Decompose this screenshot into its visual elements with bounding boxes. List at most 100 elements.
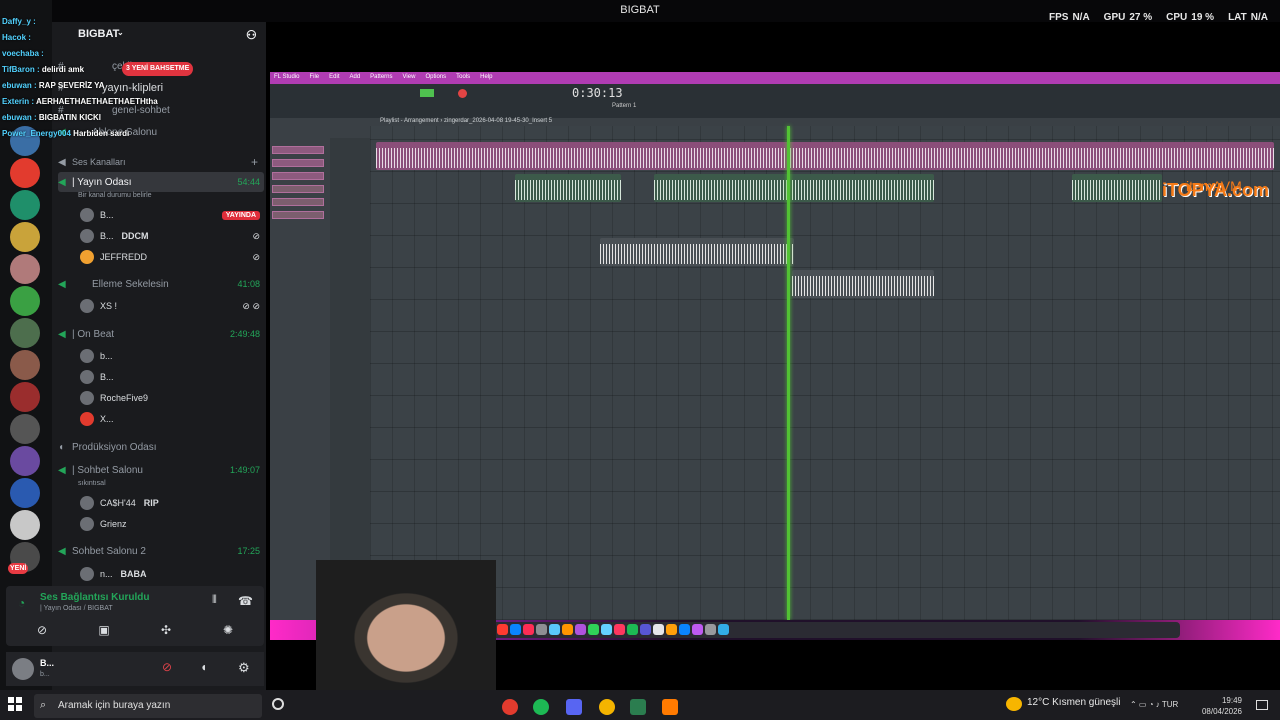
voice-channel-onbeat[interactable]: ◀ | On Beat 2:49:48 — [58, 324, 264, 344]
voice-channel-path[interactable]: | Yayın Odası / BIGBAT — [40, 605, 113, 612]
add-channel-icon[interactable]: + — [251, 155, 258, 169]
menu-item[interactable]: FL Studio — [274, 74, 299, 80]
play-icon[interactable] — [420, 89, 434, 97]
app-icon[interactable] — [497, 624, 508, 635]
voice-member[interactable]: JEFFREDD ⊘ — [80, 248, 260, 266]
pattern-clip[interactable] — [272, 159, 324, 167]
chrome-icon[interactable] — [599, 699, 615, 715]
channel-status[interactable]: Bir kanal durumu belirle — [78, 192, 152, 199]
audio-clip[interactable] — [600, 238, 794, 266]
server-icon[interactable] — [10, 254, 40, 284]
menu-item[interactable]: View — [403, 74, 416, 80]
voice-member[interactable]: B... DDCM ⊘ — [80, 227, 260, 245]
pattern-clip[interactable] — [272, 146, 324, 154]
app-icon[interactable] — [666, 624, 677, 635]
voice-member[interactable]: XS ! ⊘ ⊘ — [80, 297, 260, 315]
task-view-icon[interactable] — [272, 698, 284, 710]
server-icon[interactable] — [10, 446, 40, 476]
app-icon[interactable] — [627, 624, 638, 635]
pattern-selector[interactable]: Pattern 1 — [612, 103, 636, 109]
server-icon[interactable] — [10, 158, 40, 188]
voice-member[interactable]: B... — [80, 368, 260, 386]
server-icon[interactable] — [10, 222, 40, 252]
voice-member[interactable]: X... — [80, 410, 260, 428]
playhead[interactable] — [787, 126, 790, 620]
app-taskbar-icon[interactable] — [630, 699, 646, 715]
pattern-clip[interactable] — [272, 198, 324, 206]
camera-off-button[interactable]: ⊘ — [22, 620, 62, 640]
server-icon[interactable] — [10, 478, 40, 508]
spotify-icon[interactable] — [533, 699, 549, 715]
server-icon[interactable] — [10, 318, 40, 348]
app-icon[interactable] — [679, 624, 690, 635]
disconnect-icon[interactable]: ☎ — [238, 594, 253, 608]
voice-member[interactable]: n... BABA — [80, 565, 260, 583]
menu-item[interactable]: Help — [480, 74, 492, 80]
taskbar-clock[interactable]: 19:49 08/04/2026 — [1200, 695, 1242, 717]
weather-text[interactable]: 12°C Kısmen güneşli — [1027, 697, 1121, 708]
server-icon[interactable] — [10, 382, 40, 412]
app-icon[interactable] — [653, 624, 664, 635]
screen-share-button[interactable]: ▣ — [84, 620, 124, 640]
system-tray[interactable]: ⌃ ▭ ◔ ♪ TUR — [1130, 700, 1178, 709]
channel-status[interactable]: sıkıntısal — [78, 480, 106, 487]
app-icon[interactable] — [523, 624, 534, 635]
add-member-icon[interactable]: ⚇ — [246, 28, 257, 42]
voice-channel-sohbet[interactable]: ◀ | Sohbet Salonu 1:49:07 — [58, 460, 264, 480]
server-icon[interactable] — [10, 350, 40, 380]
app-icon[interactable] — [575, 624, 586, 635]
new-bets-badge[interactable]: 3 YENİ BAHSETME — [122, 62, 194, 76]
voice-member[interactable]: CA$H'44 RIP — [80, 494, 260, 512]
audio-clip[interactable] — [792, 270, 934, 298]
app-icon[interactable] — [718, 624, 729, 635]
app-icon[interactable] — [692, 624, 703, 635]
app-icon[interactable] — [562, 624, 573, 635]
app-taskbar-icon[interactable] — [502, 699, 518, 715]
app-icon[interactable] — [601, 624, 612, 635]
audio-clip[interactable] — [515, 174, 621, 202]
voice-category[interactable]: ◀ Ses Kanalları + — [58, 152, 264, 172]
taskbar-search-input[interactable]: Aramak için buraya yazın — [34, 694, 262, 718]
activities-button[interactable]: ✣ — [146, 620, 186, 640]
discord-icon[interactable] — [566, 699, 582, 715]
app-icon[interactable] — [510, 624, 521, 635]
app-icon[interactable] — [705, 624, 716, 635]
fl-studio-icon[interactable] — [662, 699, 678, 715]
server-icon[interactable] — [10, 190, 40, 220]
app-icon[interactable] — [536, 624, 547, 635]
voice-channel-elleme[interactable]: ◀ Elleme Sekelesin 41:08 — [58, 274, 264, 294]
server-icon[interactable] — [10, 286, 40, 316]
menu-item[interactable]: Patterns — [370, 74, 392, 80]
menu-item[interactable]: Edit — [329, 74, 339, 80]
headphones-icon[interactable]: ◖ — [200, 660, 207, 674]
menu-item[interactable]: Add — [349, 74, 360, 80]
soundboard-button[interactable]: ✺ — [208, 620, 248, 640]
audio-clip[interactable] — [1072, 174, 1162, 202]
menu-item[interactable]: File — [309, 74, 319, 80]
app-icon[interactable] — [588, 624, 599, 635]
voice-member[interactable]: RocheFive9 — [80, 389, 260, 407]
audio-clip[interactable] — [376, 142, 1274, 170]
record-icon[interactable] — [458, 89, 467, 98]
server-icon[interactable] — [10, 510, 40, 540]
avatar[interactable] — [12, 658, 34, 680]
pattern-clip[interactable] — [272, 172, 324, 180]
voice-channel-sohbet2[interactable]: ◀ Sohbet Salonu 2 17:25 — [58, 541, 264, 561]
menu-item[interactable]: Tools — [456, 74, 470, 80]
app-icon[interactable] — [640, 624, 651, 635]
pattern-clip[interactable] — [272, 185, 324, 193]
app-icon[interactable] — [549, 624, 560, 635]
voice-member[interactable]: B... YAYINDA — [80, 206, 260, 224]
server-icon[interactable] — [10, 414, 40, 444]
voice-member[interactable]: Grienz — [80, 515, 260, 533]
voice-channel-stream[interactable]: ◀ | Yayın Odası 54:44 — [58, 172, 264, 192]
voice-member[interactable]: b... — [80, 347, 260, 365]
menu-item[interactable]: Options — [425, 74, 446, 80]
voice-channel-production[interactable]: ◖ Prodüksiyon Odası — [58, 437, 264, 457]
user-name[interactable]: B... — [40, 658, 54, 668]
voice-status[interactable]: Ses Bağlantısı Kuruldu — [40, 592, 149, 603]
app-icon[interactable] — [614, 624, 625, 635]
noise-suppression-icon[interactable]: ⦀ — [212, 594, 217, 607]
windows-start-icon[interactable] — [8, 697, 24, 713]
audio-clip[interactable] — [654, 174, 934, 202]
